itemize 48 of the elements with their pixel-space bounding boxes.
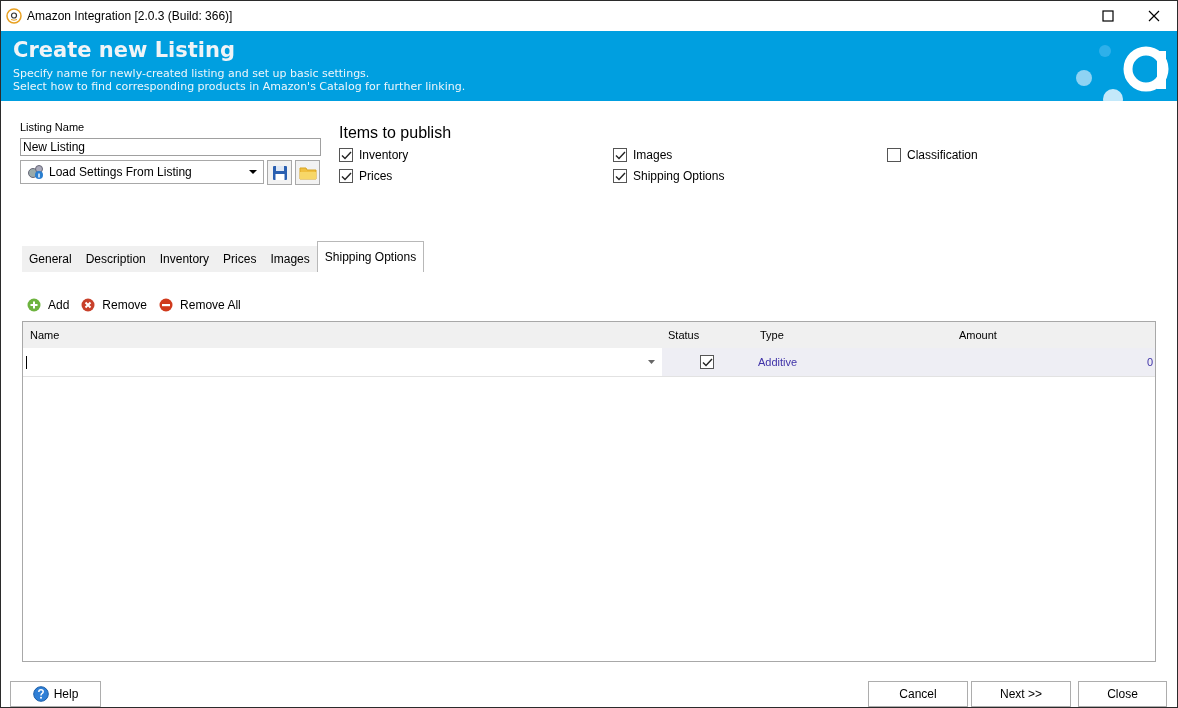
save-button[interactable]: [267, 160, 292, 185]
load-settings-dropdown[interactable]: Load Settings From Listing: [20, 160, 264, 184]
caret-icon: [648, 360, 655, 365]
checkbox[interactable]: [613, 169, 627, 183]
field-label: Listing Name: [20, 121, 86, 134]
checkbox[interactable]: [887, 148, 901, 162]
column-header[interactable]: Amount: [952, 322, 1155, 349]
checkbox-label: Classification: [907, 148, 978, 162]
close-icon: [1148, 10, 1160, 22]
dialog-button[interactable]: Close: [1078, 681, 1167, 707]
toolbar-button[interactable]: Remove: [79, 297, 150, 314]
checkbox-label: Inventory: [359, 148, 409, 162]
header-description: Specify name for newly-created listing and set up basic settings. Select how to find corresponding products in Amazon's Catalog for further linking.: [13, 67, 467, 93]
toolbar-button[interactable]: Remove All: [157, 297, 243, 314]
toolbar-button[interactable]: Add: [25, 297, 72, 314]
tab[interactable]: General: [22, 245, 79, 272]
checkbox[interactable]: [700, 355, 714, 370]
tab[interactable]: Inventory: [152, 245, 217, 272]
checkbox-label: Prices: [359, 169, 393, 183]
checkbox[interactable]: [339, 148, 353, 162]
tab[interactable]: Shipping Options: [316, 240, 425, 272]
caret-icon: [249, 170, 257, 174]
column-header[interactable]: Type: [752, 322, 952, 349]
help-button[interactable]: Help: [10, 681, 101, 707]
table-cell-text: 0: [1145, 355, 1154, 371]
tab[interactable]: Description: [78, 245, 153, 272]
section-title: Items to publish: [339, 124, 453, 143]
tab[interactable]: Prices: [216, 245, 264, 272]
column-header[interactable]: Name: [23, 322, 662, 349]
folder-icon: [298, 165, 317, 180]
table-cell-text: Additive: [757, 355, 799, 371]
checkbox-label: Images: [633, 148, 673, 162]
window-title: Amazon Integration [2.0.3 (Build: 366)]: [27, 9, 233, 23]
checkbox[interactable]: [613, 148, 627, 162]
dialog-button[interactable]: Next >>: [971, 681, 1071, 707]
add-icon: [27, 298, 41, 313]
tab[interactable]: Images: [263, 245, 317, 272]
listing-name-field[interactable]: New Listing: [20, 138, 321, 156]
maximize-icon: [1102, 10, 1114, 22]
header-title: Create new Listing: [13, 37, 236, 63]
checkbox[interactable]: [339, 169, 353, 183]
dialog-button[interactable]: Cancel: [868, 681, 968, 707]
checkbox-label: Shipping Options: [633, 169, 725, 183]
help-icon: [32, 686, 49, 702]
app-icon: [6, 8, 22, 24]
remove-icon: [81, 298, 96, 313]
column-header[interactable]: Status: [662, 322, 752, 349]
remove-all-icon: [159, 298, 174, 313]
